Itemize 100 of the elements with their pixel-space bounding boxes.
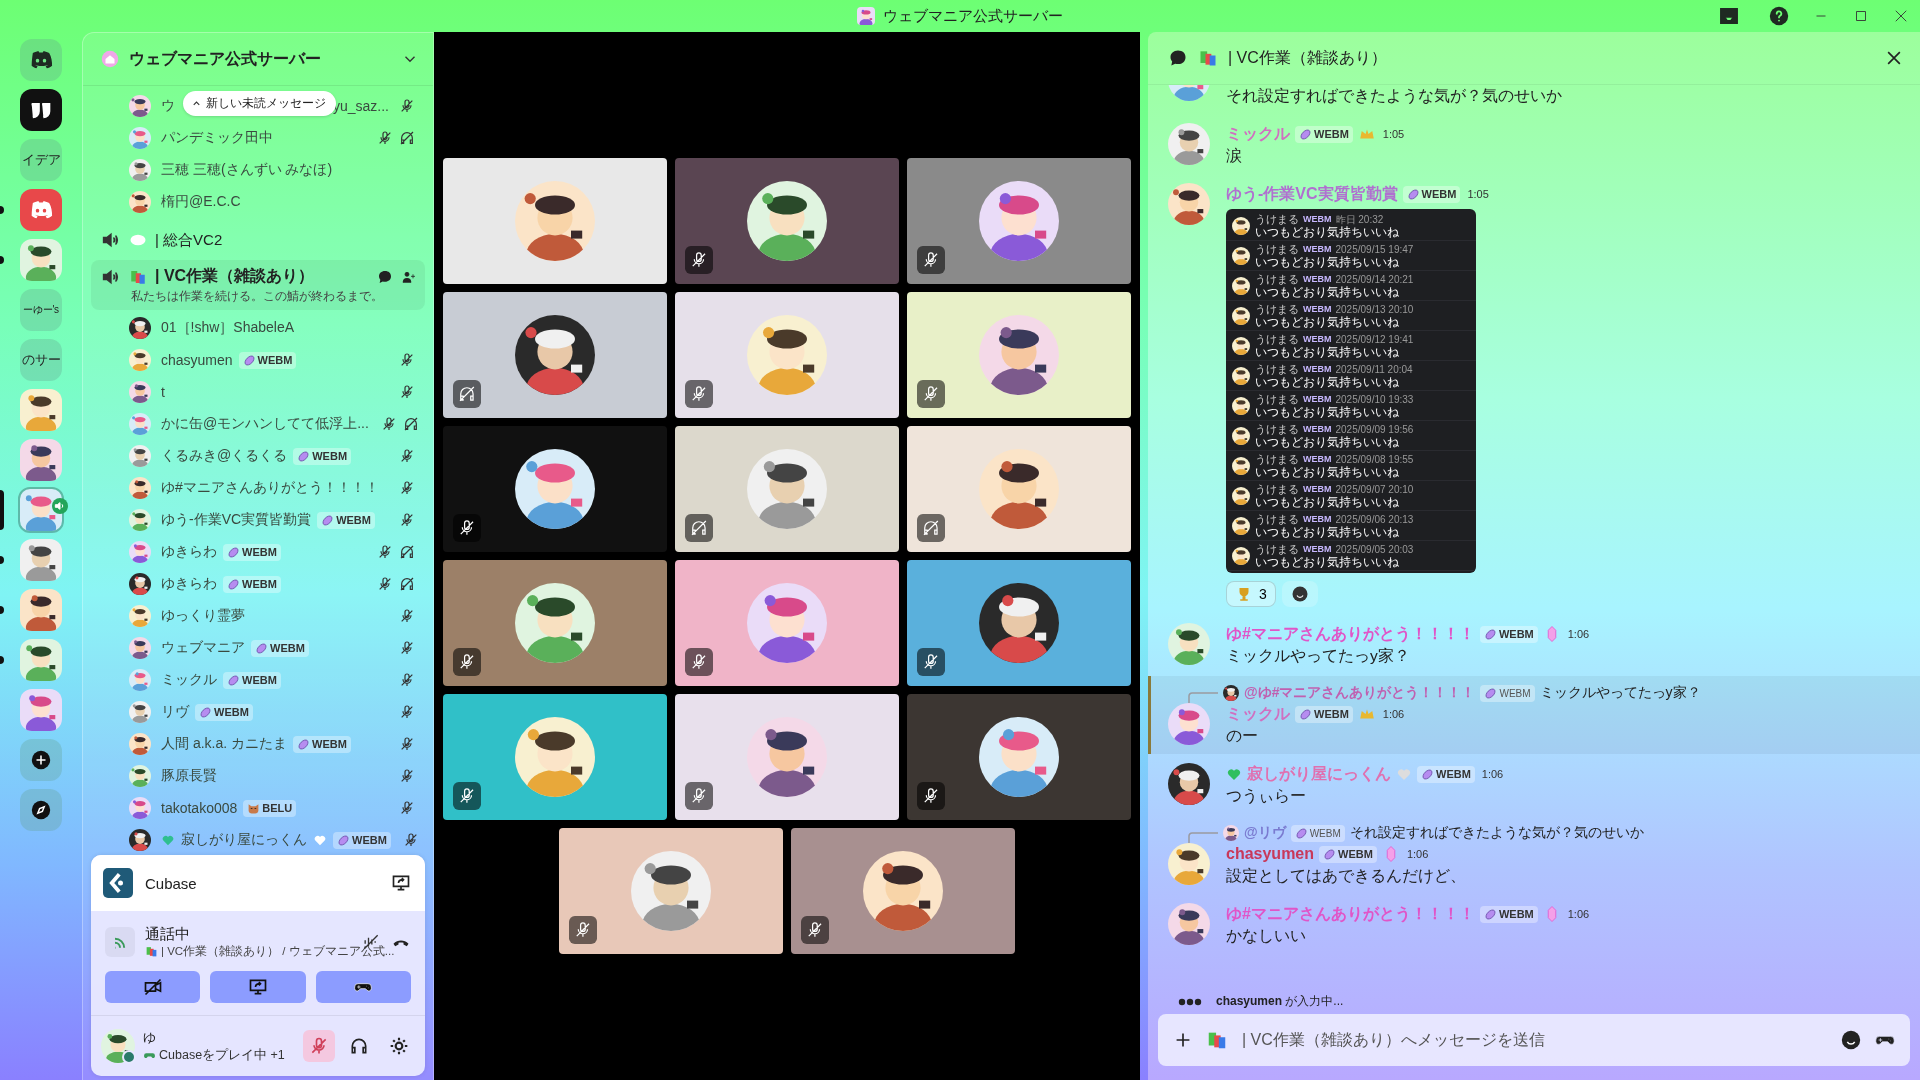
leaf-icon [1406,187,1420,201]
attachment-author: うけまる [1255,392,1299,406]
video-tile[interactable] [791,828,1015,954]
emoji-icon[interactable] [1840,1029,1862,1051]
add-reaction-button[interactable] [1281,581,1318,607]
camera-button[interactable] [105,971,201,1003]
voice-location[interactable]: | VC作業（雑談あり） / ウェブマニア公式... [161,944,395,959]
message-input[interactable]: | VC作業（雑談あり）へメッセージを送信 [1240,1030,1828,1050]
tooltip-text: 新しい未読メッセージ [206,95,326,112]
home-button[interactable] [20,39,62,81]
member-name[interactable]: かに缶@モンハンしてて低浮上... [161,415,369,433]
video-tile[interactable] [443,158,667,284]
member-name[interactable]: くるみき@くるくる [161,447,288,465]
tag-label: WEBM [270,642,305,654]
video-tile[interactable] [675,694,899,820]
attachment-date: 2025/09/13 20:10 [1335,302,1414,316]
timestamp: 1:06 [1567,908,1590,920]
member-name[interactable]: ゆきらわ [161,543,217,561]
message-field[interactable]: | VC作業（雑談あり）へメッセージを送信 [1158,1014,1910,1066]
tag-label: WEBM [336,514,371,526]
leaf-icon [227,673,240,687]
member-name[interactable]: t [161,384,165,400]
video-tile[interactable] [675,426,899,552]
chat-icon[interactable] [377,268,393,285]
tag-label: WEBM [1499,687,1531,699]
app-icon [103,868,133,898]
member-name[interactable]: 三穂 三穂(さんずい みなほ) [161,161,333,179]
member-name[interactable]: chasyumen [161,352,233,368]
role-tag: WEBM [1303,392,1332,406]
server-name[interactable]: ウェブマニア公式サーバー [129,48,391,70]
voice-channel[interactable]: | 総合VC2 [91,224,425,256]
video-tile[interactable] [443,560,667,686]
member-name[interactable]: 01［!shw］ShabeleA [161,319,295,337]
leaf-icon [1294,826,1308,840]
video-tile[interactable] [443,694,667,820]
server-button[interactable]: のサー [20,339,62,381]
tag-label: WEBM [312,450,348,462]
explore-button[interactable] [20,789,62,831]
member-name[interactable]: パンデミック田中 [161,129,273,147]
camera-off-icon [142,977,163,997]
member-name[interactable]: 寂しがり屋にっくん [181,831,307,849]
member-name[interactable]: ゆう-作業VC実質皆勤賞 [161,511,312,529]
role-tag: WEBM [1303,242,1332,256]
member-name[interactable]: ゆっくり霊夢 [161,607,245,625]
screen-share-button[interactable] [210,971,306,1003]
inbox-icon[interactable] [1718,5,1740,27]
server-button[interactable] [20,239,62,281]
help-icon[interactable] [1768,5,1790,27]
video-tile[interactable] [443,292,667,418]
server-button[interactable] [20,439,62,481]
reply-text[interactable]: ミックルやってたっy家？ [1539,684,1701,702]
message-text: 涙 [1226,146,1243,166]
member-name[interactable]: takotako008 [161,800,238,816]
video-tile[interactable] [675,560,899,686]
tag-label: WEBM [352,834,387,846]
tag-label: WEBM [1436,768,1471,780]
video-tile[interactable] [443,426,667,552]
attachment-text: いつもどおり気持ちいいね [1255,345,1400,359]
server-button[interactable] [20,589,62,631]
member-name[interactable]: ウ [161,97,175,115]
reply-connector [1188,692,1218,704]
video-tile[interactable] [907,292,1131,418]
attachment-date: 2025/09/09 19:56 [1335,422,1414,436]
server-button[interactable]: ーゆー's [20,289,62,331]
video-tile[interactable] [907,694,1131,820]
thread-icon [1168,48,1188,68]
member-name[interactable]: ゆきらわ [161,575,217,593]
video-tile[interactable] [675,292,899,418]
server-button[interactable] [20,539,62,581]
reaction-button[interactable]: 3 [1226,581,1276,607]
add-server-button[interactable] [20,739,62,781]
video-tile[interactable] [907,560,1131,686]
member-name[interactable]: 楕円@E.C.C [161,193,241,211]
screen-share-icon [248,977,268,997]
member-name[interactable]: リヴ [161,703,189,721]
video-tile[interactable] [907,426,1131,552]
member-name[interactable]: 豚原長賢 [161,767,217,785]
mic-button[interactable] [303,1030,335,1062]
server-button[interactable]: イデア [20,139,62,181]
voice-status: 通話中 [145,925,191,944]
video-tile[interactable] [675,158,899,284]
attachment-date: 2025/09/08 19:55 [1335,452,1414,466]
voice-channel[interactable]: | VC作業（雑談あり） 私たちは作業を続ける。この鯖が終わるまで。 [91,260,425,310]
activity-button[interactable] [315,971,411,1003]
member-name[interactable]: ミックル [161,671,217,689]
image-attachment[interactable] [1226,209,1476,573]
server-button[interactable] [20,89,62,131]
attachment-text: いつもどおり気持ちいいね [1255,555,1400,569]
leaf-icon [242,353,256,367]
member-name[interactable]: 人間 a.k.a. カニたま [161,735,288,753]
server-button[interactable] [20,389,62,431]
role-tag: WEBM [1303,482,1332,496]
video-tile[interactable] [907,158,1131,284]
member-name[interactable]: ゆ#マニアさんありがとう！！！！ [161,479,379,497]
member-name[interactable]: ウェブマニア [161,639,245,657]
reply-text[interactable]: それ設定すればできたような気が？気のせいか [1349,824,1644,842]
screen-share-icon[interactable] [391,873,411,893]
video-tile[interactable] [559,828,783,954]
server-button[interactable] [20,639,62,681]
tag-label: WEBM [1498,908,1534,920]
